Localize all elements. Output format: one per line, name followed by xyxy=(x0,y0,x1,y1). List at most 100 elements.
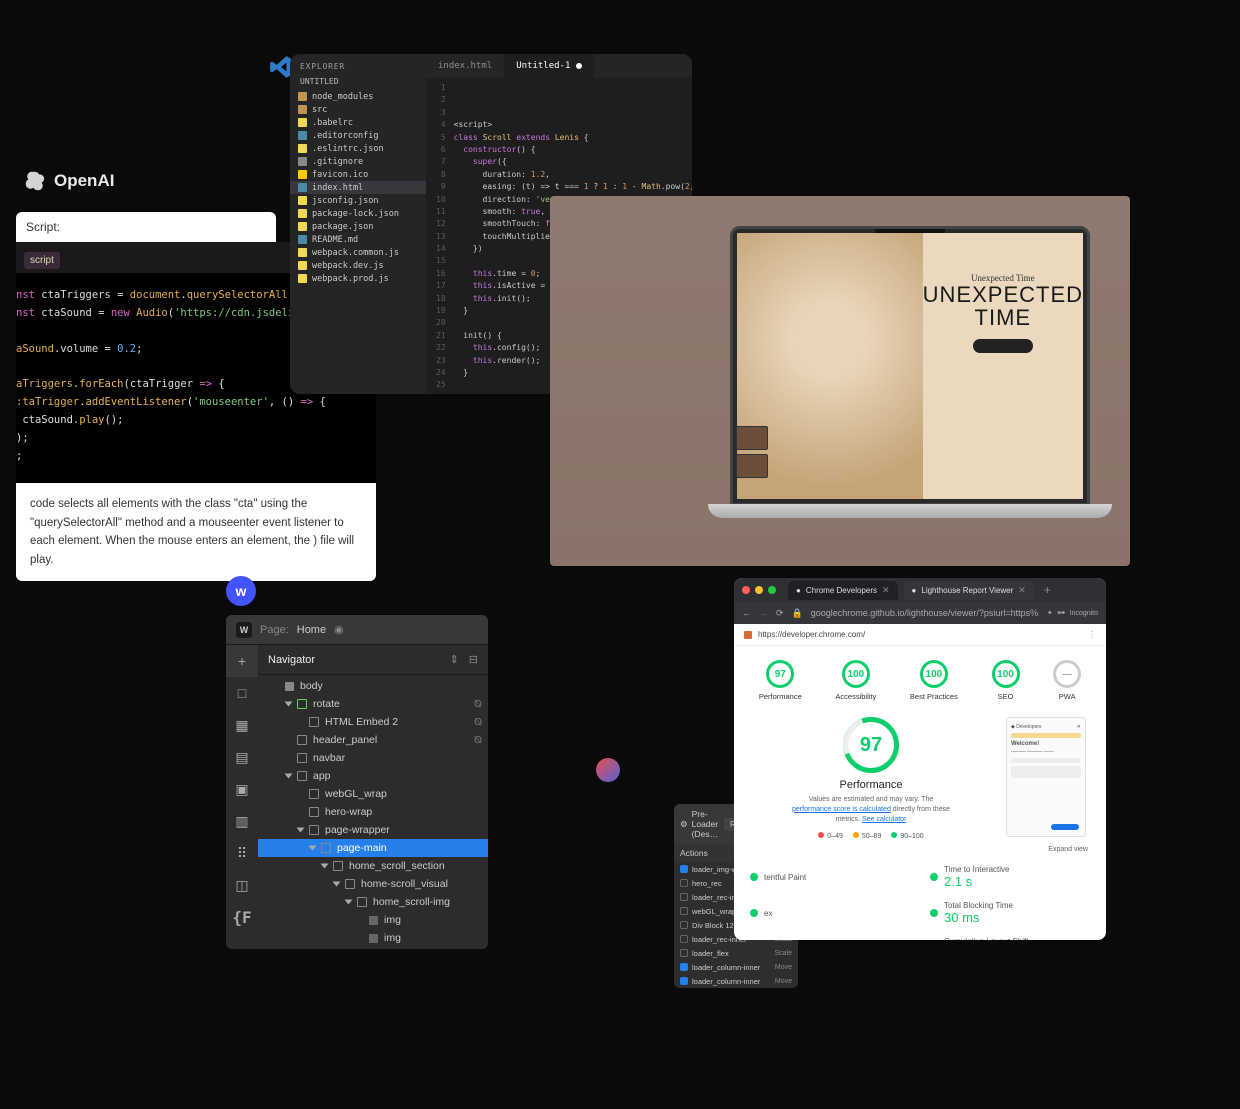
checkbox[interactable] xyxy=(680,907,688,915)
chevron-icon[interactable] xyxy=(285,702,293,707)
editor-tab[interactable]: Untitled-1 xyxy=(504,54,594,78)
checkbox[interactable] xyxy=(680,949,688,957)
file-item[interactable]: webpack.common.js xyxy=(290,246,426,259)
score-calc-link[interactable]: performance score is calculated xyxy=(792,806,891,813)
close-tab-icon[interactable]: ✕ xyxy=(1018,585,1026,596)
tree-item[interactable]: body xyxy=(258,677,488,695)
maximize-icon[interactable] xyxy=(768,586,776,594)
tree-item[interactable]: page-main xyxy=(258,839,488,857)
url-text[interactable]: googlechrome.github.io/lighthouse/viewer… xyxy=(811,608,1039,618)
tree-item[interactable]: HTML Embed 2⦰ xyxy=(258,713,488,731)
file-item[interactable]: package.json xyxy=(290,220,426,233)
file-item[interactable]: .babelrc xyxy=(290,116,426,129)
tree-item[interactable]: header_panel⦰ xyxy=(258,731,488,749)
visibility-icon[interactable]: ⦰ xyxy=(474,735,482,746)
toolbar-button[interactable]: {F xyxy=(226,901,258,933)
close-icon[interactable] xyxy=(742,586,750,594)
tree-item[interactable]: page-wrapper xyxy=(258,821,488,839)
element-name: page-wrapper xyxy=(325,824,390,836)
score-gauge[interactable]: —PWA xyxy=(1053,660,1081,701)
toolbar-button[interactable]: ▣ xyxy=(226,773,258,805)
action-row[interactable]: loader_column-innerMove xyxy=(674,974,798,988)
score-gauge[interactable]: 97Performance xyxy=(759,660,802,701)
file-item[interactable]: .gitignore xyxy=(290,155,426,168)
checkbox[interactable] xyxy=(680,865,688,873)
extensions-icon[interactable]: ✦ xyxy=(1047,609,1053,617)
thumbnail[interactable] xyxy=(736,426,768,450)
action-row[interactable]: loader_column-innerMove xyxy=(674,960,798,974)
reload-icon[interactable]: ⟳ xyxy=(776,608,784,619)
toolbar-button[interactable]: □ xyxy=(226,677,258,709)
file-item[interactable]: jsconfig.json xyxy=(290,194,426,207)
page-name[interactable]: Home xyxy=(297,624,326,636)
checkbox[interactable] xyxy=(680,963,688,971)
tree-item[interactable]: home-scroll_visual xyxy=(258,875,488,893)
tree-item[interactable]: home_scroll-img xyxy=(258,893,488,911)
page-preview: ◆ Developers✕ Welcome! ——— ——— —— xyxy=(1006,717,1086,837)
collapse-icon[interactable]: ⇕ xyxy=(450,653,459,666)
chevron-icon[interactable] xyxy=(321,864,329,869)
toolbar-button[interactable]: ▤ xyxy=(226,741,258,773)
checkbox[interactable] xyxy=(680,921,688,929)
close-icon[interactable]: ✕ xyxy=(1077,724,1081,730)
editor-tab[interactable]: index.html xyxy=(426,54,504,78)
preview-icon[interactable]: ◉ xyxy=(334,623,344,636)
close-tab-icon[interactable]: ✕ xyxy=(882,585,890,596)
tree-item[interactable]: webGL_wrap xyxy=(258,785,488,803)
toolbar-button[interactable]: ⠿ xyxy=(226,837,258,869)
action-row[interactable]: loader_flexScale xyxy=(674,946,798,960)
file-item[interactable]: favicon.ico xyxy=(290,168,426,181)
file-item[interactable]: .editorconfig xyxy=(290,129,426,142)
forward-icon[interactable]: → xyxy=(759,608,768,618)
checkbox[interactable] xyxy=(680,879,688,887)
checkbox[interactable] xyxy=(680,893,688,901)
calculator-link[interactable]: See calculator xyxy=(862,816,906,823)
chevron-icon[interactable] xyxy=(285,774,293,779)
score-gauge[interactable]: 100SEO xyxy=(992,660,1020,701)
tree-item[interactable]: navbar xyxy=(258,749,488,767)
chevron-icon[interactable] xyxy=(345,900,353,905)
browser-tab[interactable]: ●Lighthouse Report Viewer✕ xyxy=(904,581,1034,600)
file-item[interactable]: webpack.dev.js xyxy=(290,259,426,272)
toolbar-button[interactable]: + xyxy=(226,645,258,677)
chevron-icon[interactable] xyxy=(297,828,305,833)
visibility-icon[interactable]: ⦰ xyxy=(474,717,482,728)
toolbar-button[interactable]: ▦ xyxy=(226,709,258,741)
file-item[interactable]: src xyxy=(290,103,426,116)
file-item[interactable]: node_modules xyxy=(290,90,426,103)
browser-tab[interactable]: ●Chrome Developers✕ xyxy=(788,581,898,600)
tree-item[interactable]: img xyxy=(258,911,488,929)
file-item[interactable]: package-lock.json xyxy=(290,207,426,220)
tree-item[interactable]: app xyxy=(258,767,488,785)
expand-view-link[interactable]: Expand view xyxy=(734,846,1106,859)
back-icon[interactable]: ← xyxy=(742,608,751,618)
pin-icon[interactable]: ⊟ xyxy=(469,653,478,666)
file-item[interactable]: index.html xyxy=(290,181,426,194)
file-item[interactable]: .eslintrc.json xyxy=(290,142,426,155)
checkbox[interactable] xyxy=(680,935,688,943)
menu-icon[interactable]: ⋮ xyxy=(1088,630,1096,639)
toolbar-button[interactable]: ◫ xyxy=(226,869,258,901)
tree-item[interactable]: rotate⦰ xyxy=(258,695,488,713)
visibility-icon[interactable]: ⦰ xyxy=(474,699,482,710)
file-item[interactable]: README.md xyxy=(290,233,426,246)
minimize-icon[interactable] xyxy=(755,586,763,594)
thumbnail[interactable] xyxy=(736,454,768,478)
tree-item[interactable]: hero-wrap xyxy=(258,803,488,821)
tree-item[interactable]: img xyxy=(258,929,488,947)
artwork-button[interactable] xyxy=(973,339,1033,353)
score-gauge[interactable]: 100Best Practices xyxy=(910,660,958,701)
webflow-logo-icon[interactable]: W xyxy=(236,622,252,638)
tree-item[interactable]: home_scroll_section xyxy=(258,857,488,875)
checkbox[interactable] xyxy=(680,977,688,985)
score-gauge[interactable]: 100Accessibility xyxy=(835,660,876,701)
score-legend: 0–4950–8990–100 xyxy=(818,832,923,840)
toolbar-button[interactable]: ▥ xyxy=(226,805,258,837)
file-item[interactable]: webpack.prod.js xyxy=(290,272,426,285)
new-tab-button[interactable]: + xyxy=(1044,583,1051,597)
chevron-icon[interactable] xyxy=(309,846,317,851)
navigator-tree[interactable]: bodyrotate⦰HTML Embed 2⦰header_panel⦰nav… xyxy=(258,675,488,949)
chevron-icon[interactable] xyxy=(333,882,341,887)
vscode-explorer[interactable]: EXPLORER UNTITLED node_modulessrc.babelr… xyxy=(290,54,426,394)
preview-button[interactable] xyxy=(1051,824,1079,830)
